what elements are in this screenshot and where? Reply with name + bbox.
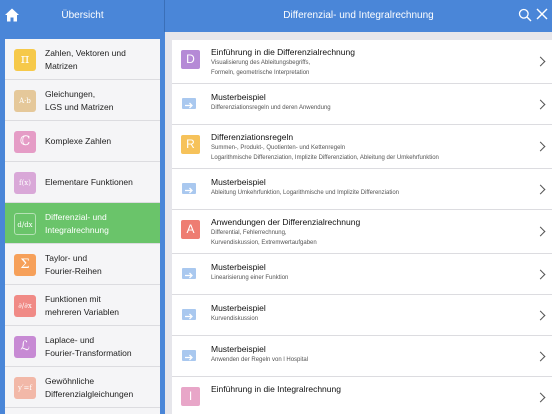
- row-subtitle: Visualisierung des Ableitungsbegriffs, F…: [211, 60, 311, 76]
- topic-icon: π: [14, 49, 36, 71]
- sidebar-item-label: Taylor- und Fourier-Reihen: [45, 253, 102, 276]
- sidebar-item[interactable]: ℂ Komplexe Zahlen: [5, 121, 160, 162]
- row-subtitle: Differenziationsregeln und deren Anwendu…: [211, 105, 331, 111]
- sidebar-item[interactable]: ∂/∂x Funktionen mit mehreren Variablen: [5, 285, 160, 326]
- sidebar-item-label: Gleichungen, LGS und Matrizen: [45, 89, 114, 112]
- row-subtitle: Kurvendiskussion: [211, 316, 259, 322]
- topic-icon: d/dx: [14, 213, 36, 235]
- chevron-right-icon: [535, 99, 546, 109]
- section-badge: I: [181, 387, 200, 406]
- sidebar-item[interactable]: ℒ Laplace- und Fourier-Transformation: [5, 326, 160, 367]
- row-title: Anwendungen der Differenzialrechnung: [211, 217, 361, 227]
- list-item[interactable]: Musterbeispiel Anwenden der Regeln von l …: [172, 336, 552, 377]
- close-icon[interactable]: [536, 8, 548, 20]
- topic-icon: y′=f: [14, 377, 36, 399]
- sidebar-item-label: Zahlen, Vektoren und Matrizen: [45, 48, 126, 71]
- list-item[interactable]: I Einführung in die Integralrechnung: [172, 377, 552, 414]
- sidebar-item-label: Gewöhnliche Differenzialgleichungen: [45, 376, 134, 399]
- example-arrow-icon: [182, 183, 196, 194]
- row-title: Einführung in die Integralrechnung: [211, 384, 341, 394]
- sidebar-item-label: Elementare Funktionen: [45, 177, 133, 187]
- sidebar-item-label: Komplexe Zahlen: [45, 136, 112, 146]
- list-item[interactable]: Musterbeispiel Linearisierung einer Funkt…: [172, 254, 552, 295]
- chevron-right-icon: [535, 310, 546, 320]
- list-item[interactable]: D Einführung in die Differenzialrechnung V…: [172, 40, 552, 84]
- row-title: Musterbeispiel: [211, 262, 266, 272]
- row-subtitle: Summen-, Produkt-, Quotienten- und Kette…: [211, 145, 439, 161]
- row-title: Einführung in die Differenzialrechnung: [211, 47, 355, 57]
- list-item[interactable]: R Differenziationsregeln Summen-, Produkt-…: [172, 125, 552, 169]
- topic-list: D Einführung in die Differenzialrechnung V…: [172, 40, 552, 414]
- sidebar-item[interactable]: f(x) Elementare Funktionen: [5, 162, 160, 203]
- row-title: Musterbeispiel: [211, 344, 266, 354]
- list-item[interactable]: A Anwendungen der Differenzialrechnung Dif…: [172, 210, 552, 254]
- topic-icon: A·b: [14, 90, 36, 112]
- topic-icon: ℒ: [14, 336, 36, 358]
- sidebar: π Zahlen, Vektoren und Matrizen A·b Gleichu…: [0, 32, 165, 414]
- chevron-right-icon: [535, 141, 546, 152]
- row-title: Musterbeispiel: [211, 92, 266, 102]
- row-subtitle: Differential, Fehlerrechnung, Kurvendisk…: [211, 230, 317, 246]
- sidebar-item[interactable]: Σ Taylor- und Fourier-Reihen: [5, 244, 160, 285]
- sidebar-item-label: Funktionen mit mehreren Variablen: [45, 294, 120, 317]
- sidebar-item-label: Differenzial- und Integralrechnung: [45, 212, 109, 235]
- list-item[interactable]: Musterbeispiel Kurvendiskussion: [172, 295, 552, 336]
- example-arrow-icon: [182, 98, 196, 109]
- sidebar-item[interactable]: d/dx Differenzial- und Integralrechnung: [5, 203, 160, 244]
- example-arrow-icon: [182, 268, 196, 279]
- chevron-right-icon: [535, 392, 546, 403]
- page-title: Differenzial- und Integralrechnung: [283, 10, 434, 21]
- section-badge: R: [181, 135, 200, 154]
- sidebar-item[interactable]: A·b Gleichungen, LGS und Matrizen: [5, 80, 160, 121]
- chevron-right-icon: [535, 56, 546, 67]
- example-arrow-icon: [182, 350, 196, 361]
- sidebar-item[interactable]: π Zahlen, Vektoren und Matrizen: [5, 39, 160, 80]
- row-subtitle: Anwenden der Regeln von l Hospital: [211, 357, 309, 363]
- section-badge: A: [181, 220, 200, 239]
- search-icon[interactable]: [518, 8, 532, 22]
- row-subtitle: Ableitung Umkehrfunktion, Logarithmische…: [211, 190, 399, 196]
- main-content: D Einführung in die Differenzialrechnung V…: [165, 32, 552, 414]
- topic-icon: ℂ: [14, 131, 36, 153]
- section-badge: D: [181, 50, 200, 69]
- list-item[interactable]: Musterbeispiel Ableitung Umkehrfunktion, …: [172, 169, 552, 210]
- list-item[interactable]: Musterbeispiel Differenziationsregeln und…: [172, 84, 552, 125]
- main-header: Differenzial- und Integralrechnung: [165, 0, 552, 32]
- example-arrow-icon: [182, 309, 196, 320]
- sidebar-item[interactable]: y′=f Gewöhnliche Differenzialgleichungen: [5, 367, 160, 408]
- row-subtitle: Linearisierung einer Funktion: [211, 275, 289, 281]
- sidebar-title: Übersicht: [61, 10, 104, 21]
- row-title: Musterbeispiel: [211, 177, 266, 187]
- chevron-right-icon: [535, 351, 546, 361]
- row-title: Differenziationsregeln: [211, 132, 294, 142]
- sidebar-item-label: Laplace- und Fourier-Transformation: [45, 335, 132, 358]
- topic-icon: Σ: [14, 254, 36, 276]
- topic-icon: f(x): [14, 172, 36, 194]
- row-title: Musterbeispiel: [211, 303, 266, 313]
- chevron-right-icon: [535, 269, 546, 279]
- topic-icon: ∂/∂x: [14, 295, 36, 317]
- sidebar-header: Übersicht: [0, 0, 165, 32]
- chevron-right-icon: [535, 184, 546, 194]
- chevron-right-icon: [535, 226, 546, 237]
- sidebar-list: π Zahlen, Vektoren und Matrizen A·b Gleichu…: [5, 39, 160, 414]
